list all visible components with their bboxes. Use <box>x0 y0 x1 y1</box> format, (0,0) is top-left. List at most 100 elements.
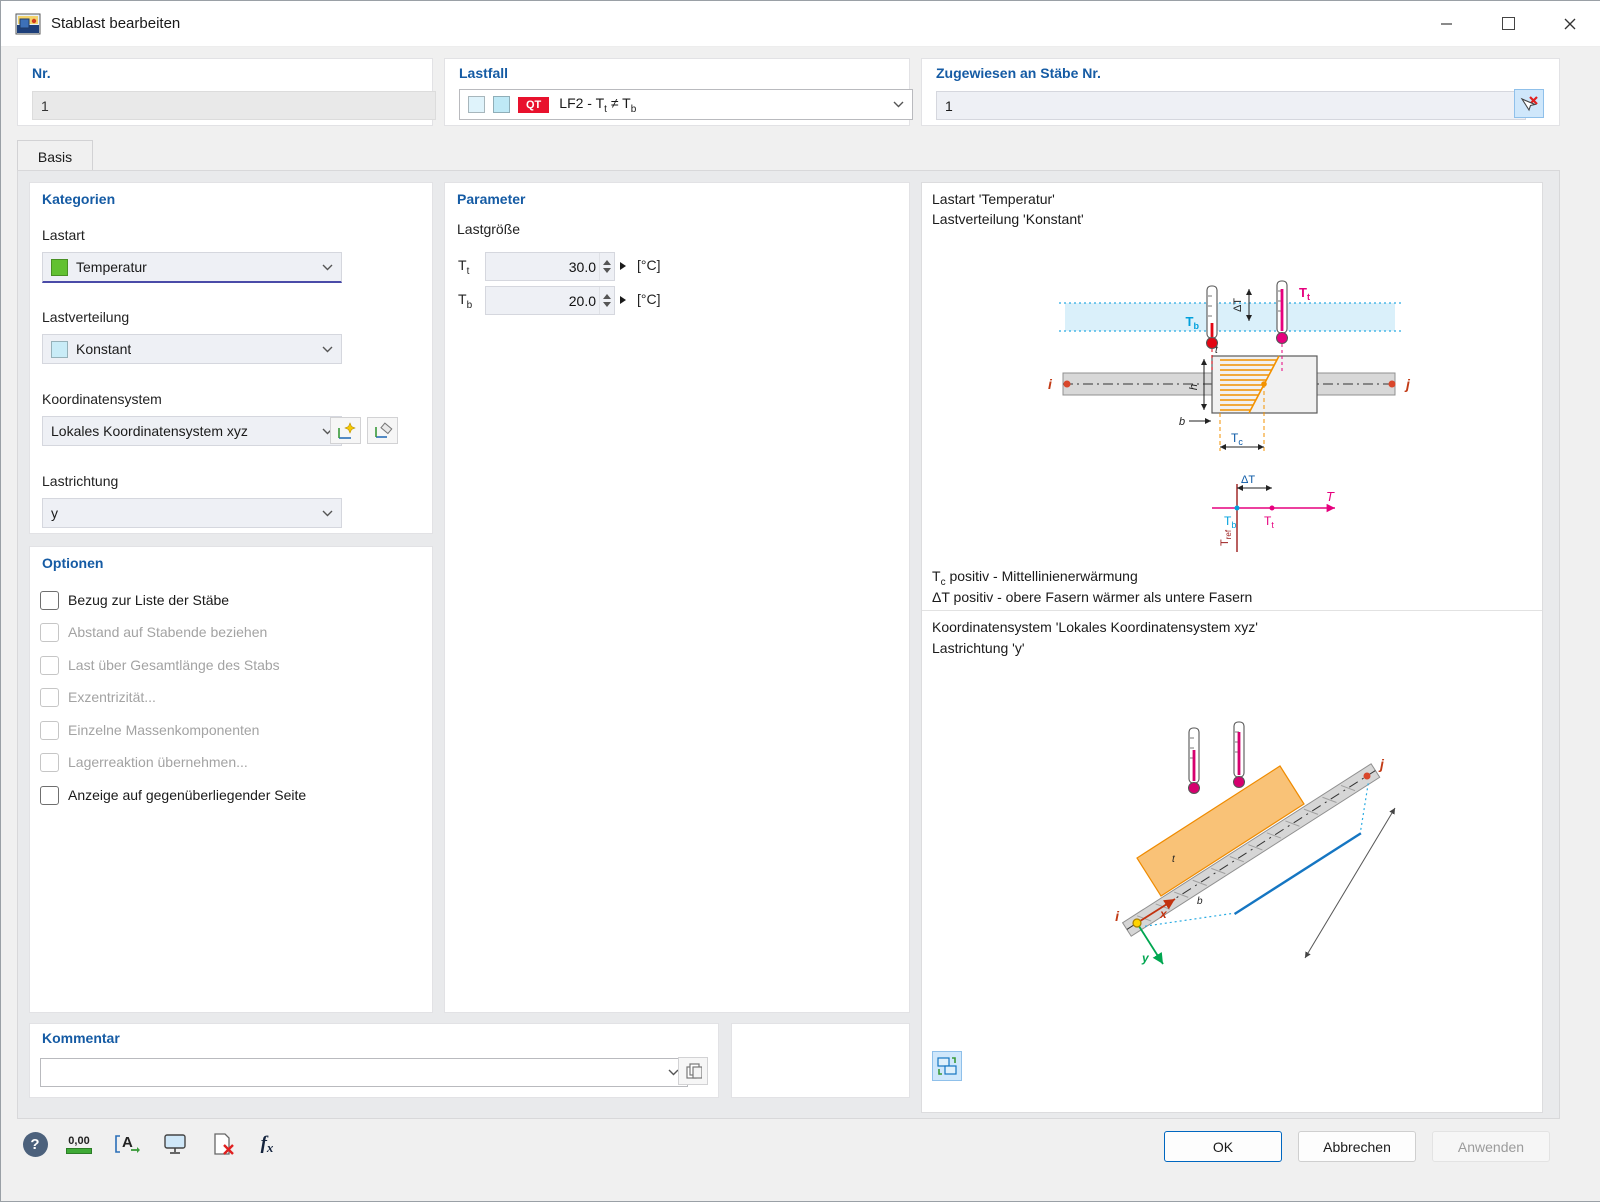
group-lastfall: Lastfall QT LF2 - Tt ≠ Tb <box>444 58 910 126</box>
minimize-button[interactable] <box>1415 1 1477 46</box>
detail-arrow-icon <box>620 262 626 270</box>
help-icon: ? <box>23 1132 48 1157</box>
tt-tick-label: Tt <box>1264 514 1274 530</box>
checkbox-label: Last über Gesamtlänge des Stabs <box>68 657 280 673</box>
load-type-value: Temperatur <box>76 259 147 275</box>
edit-coordinate-system-button[interactable] <box>367 417 398 444</box>
ok-button[interactable]: OK <box>1164 1131 1282 1162</box>
delete-load-button[interactable] <box>207 1128 239 1160</box>
tb-value[interactable] <box>486 287 599 314</box>
tb-detail-button[interactable] <box>615 286 631 313</box>
load-distribution-color-swatch <box>51 341 68 358</box>
close-button[interactable] <box>1539 1 1600 46</box>
tb-input[interactable] <box>485 286 615 315</box>
tb-spinner[interactable] <box>599 287 614 314</box>
group-assigned-title: Zugewiesen an Stäbe Nr. <box>936 65 1101 81</box>
checkbox-label: Bezug zur Liste der Stäbe <box>68 592 229 608</box>
display-settings-button[interactable] <box>159 1128 191 1160</box>
preview-caption-distribution: Lastverteilung 'Konstant' <box>932 211 1084 227</box>
apply-button: Anwenden <box>1432 1131 1550 1162</box>
tt-input[interactable] <box>485 252 615 281</box>
checkbox-icon <box>40 721 59 740</box>
load-direction-combobox[interactable]: y <box>42 498 342 528</box>
load-number-input[interactable] <box>32 91 436 120</box>
tt-spinner[interactable] <box>599 253 614 280</box>
load-case-combobox[interactable]: QT LF2 - Tt ≠ Tb <box>459 89 913 120</box>
tc-label: Tc <box>1231 431 1243 447</box>
checkbox-label: Einzelne Massenkomponenten <box>68 722 259 738</box>
formula-button[interactable]: fx <box>251 1128 283 1160</box>
comment-input[interactable] <box>49 1064 668 1082</box>
tt-diagram-label: Tt <box>1299 285 1310 302</box>
rename-button[interactable]: A <box>111 1128 143 1160</box>
group-optionen: Optionen Bezug zur Liste der Stäbe Absta… <box>29 546 433 1013</box>
comment-combobox[interactable] <box>40 1058 688 1087</box>
checkbox-row-bezug-liste[interactable]: Bezug zur Liste der Stäbe <box>40 589 229 611</box>
thermometer-icon <box>1234 722 1245 788</box>
window-controls <box>1415 1 1600 46</box>
rename-icon: A <box>114 1132 140 1156</box>
load-type-label: Lastart <box>42 227 85 243</box>
node-j-label: j <box>1378 756 1385 772</box>
checkbox-row-gegenueberliegend[interactable]: Anzeige auf gegenüberliegender Seite <box>40 784 306 806</box>
assigned-members-input[interactable] <box>936 91 1526 120</box>
axis-x-label: x <box>1159 907 1168 921</box>
checkbox-label: Lagerreaktion übernehmen... <box>68 754 248 770</box>
delta-t-graph-label: ΔT <box>1241 474 1255 486</box>
group-kommentar-title: Kommentar <box>42 1030 120 1046</box>
checkbox-icon <box>40 656 59 675</box>
preview-note-1: Tc positiv - Mittellinienerwärmung <box>932 568 1138 588</box>
tab-basis[interactable]: Basis <box>17 140 93 172</box>
checkbox-label: Abstand auf Stabende beziehen <box>68 624 267 640</box>
preview-caption-coordinate-system: Koordinatensystem 'Lokales Koordinatensy… <box>932 619 1258 635</box>
group-nr: Nr. <box>17 58 433 126</box>
preview-panel: Lastart 'Temperatur' Lastverteilung 'Kon… <box>921 182 1543 1113</box>
tt-unit: [°C] <box>637 257 661 273</box>
checkbox-icon <box>40 591 59 610</box>
spin-up-icon <box>603 294 611 299</box>
new-coordinate-system-button[interactable] <box>330 417 361 444</box>
dim-b-label: b <box>1197 896 1203 907</box>
copy-icon <box>684 1062 702 1080</box>
load-distribution-combobox[interactable]: Konstant <box>42 334 342 364</box>
thermometer-icon <box>1189 728 1200 794</box>
load-type-combobox[interactable]: Temperatur <box>42 252 342 283</box>
maximize-button[interactable] <box>1477 1 1539 46</box>
group-kategorien-title: Kategorien <box>42 191 115 207</box>
dim-h-label: h <box>1188 384 1200 390</box>
preview-divider <box>922 610 1542 611</box>
group-optionen-title: Optionen <box>42 555 103 571</box>
tt-value[interactable] <box>486 253 599 280</box>
preview-caption-direction: Lastrichtung 'y' <box>932 640 1025 656</box>
decimal-places-icon: 0,00 <box>66 1135 92 1154</box>
minimize-icon <box>1441 23 1452 25</box>
decimal-places-button[interactable]: 0,00 <box>63 1128 95 1160</box>
node-i-label: i <box>1048 376 1053 392</box>
cancel-button[interactable]: Abbrechen <box>1298 1131 1416 1162</box>
copy-comment-button[interactable] <box>678 1057 708 1085</box>
load-direction-label: Lastrichtung <box>42 473 118 489</box>
coordinate-system-label: Koordinatensystem <box>42 391 162 407</box>
preview-note-2: ΔT positiv - obere Fasern wärmer als unt… <box>932 589 1252 605</box>
tab-basis-label: Basis <box>38 149 72 165</box>
window-title: Stablast bearbeiten <box>51 15 180 32</box>
tt-detail-button[interactable] <box>615 252 631 279</box>
load-distribution-label: Lastverteilung <box>42 309 129 325</box>
coordinate-system-combobox[interactable]: Lokales Koordinatensystem xyz <box>42 416 342 446</box>
delta-t-top-label: ΔT <box>1232 298 1244 312</box>
help-button[interactable]: ? <box>19 1128 51 1160</box>
checkbox-row-lagerreaktion: Lagerreaktion übernehmen... <box>40 751 248 773</box>
checkbox-label: Anzeige auf gegenüberliegender Seite <box>68 787 306 803</box>
tb-unit: [°C] <box>637 291 661 307</box>
tt-symbol: Tt <box>458 257 469 277</box>
pick-members-button[interactable] <box>1514 89 1544 118</box>
pick-cursor-icon <box>1520 95 1539 113</box>
edit-coordinate-system-icon <box>373 422 393 440</box>
close-icon <box>1564 18 1576 30</box>
tref-label: Tref <box>1219 529 1233 546</box>
dim-b-label: b <box>1179 416 1185 428</box>
load-case-color-swatch-1 <box>468 96 485 113</box>
spin-down-icon <box>603 302 611 307</box>
toggle-preview-button[interactable] <box>932 1051 962 1081</box>
cross-section <box>1212 356 1317 451</box>
